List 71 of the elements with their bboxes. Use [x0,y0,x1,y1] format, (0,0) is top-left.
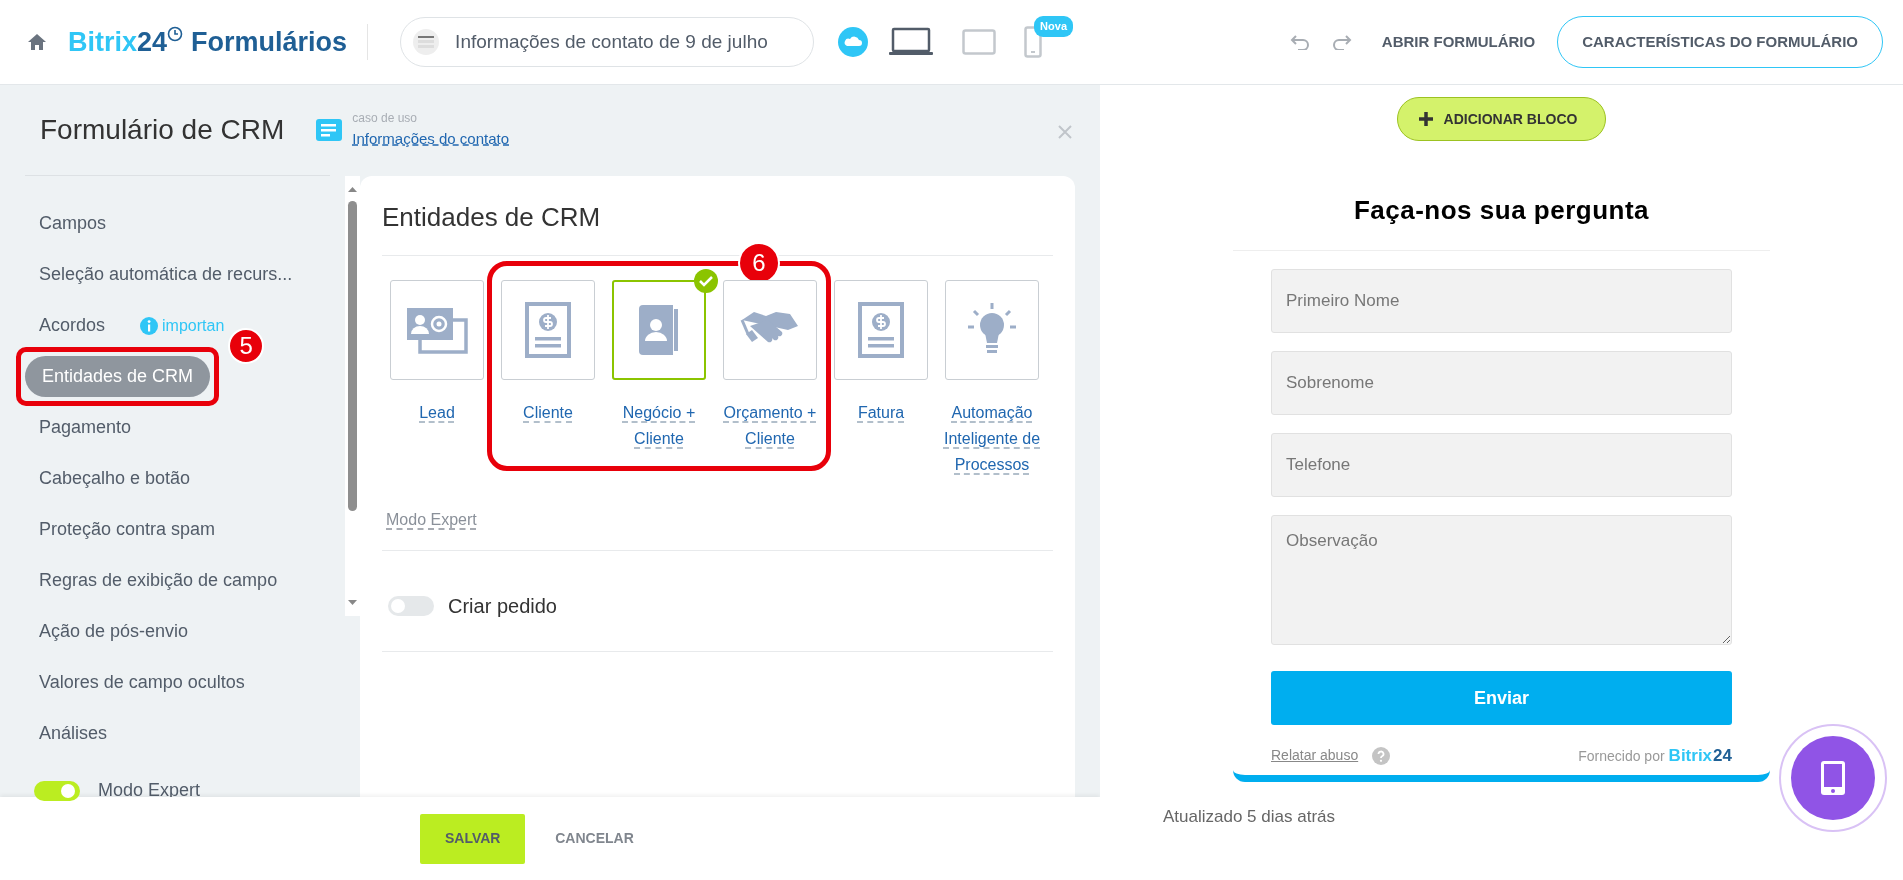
entity-link[interactable]: Negócio + Cliente [609,400,709,452]
entity-tile[interactable] [723,280,817,380]
callout-number: 5 [228,328,265,364]
toggle-label: Modo Expert [98,779,201,802]
scrollbar[interactable] [345,176,360,616]
panel-title: Formulário de CRM [40,113,285,147]
undo-icon[interactable] [1289,34,1310,50]
sidebar-item[interactable]: Regras de exibição de campo [22,560,295,601]
invoice-icon [858,302,904,358]
document-icon [316,119,343,141]
entity-link[interactable]: Fatura [831,400,931,426]
open-form-link[interactable]: ABRIR FORMULÁRIO [1381,30,1536,54]
form-heading: Faça-nos sua pergunta [1233,157,1770,251]
form-title-field[interactable]: Informações de contato de 9 de julho [400,17,815,67]
expert-mode-link[interactable]: Modo Expert [386,508,477,532]
close-icon[interactable] [1058,125,1072,140]
contact-card-icon [406,306,468,354]
entity-link[interactable]: Automação Inteligente de Processos [942,400,1042,478]
brand-number: 24 [1713,745,1732,767]
toggle-switch[interactable] [34,780,80,801]
invoice-icon [525,302,571,358]
sidebar-item[interactable]: Análises [22,713,125,754]
cancel-button[interactable]: CANCELAR [549,827,640,850]
toggle-switch[interactable] [388,596,434,616]
clock-icon [167,26,184,42]
entity-link[interactable]: Orçamento + Cliente [720,400,820,452]
sidebar-item[interactable]: Valores de campo ocultos [22,662,262,703]
thumbnail-icon [413,29,440,55]
home-icon[interactable] [28,34,46,50]
powered-by-text: Fornecido por [1578,747,1665,766]
sidebar-item[interactable]: Seleção automática de recurs... [22,254,310,295]
use-case-caption: caso de uso [352,110,418,127]
cloud-icon[interactable] [838,27,869,57]
entity-tile[interactable] [501,280,595,380]
form-settings-button[interactable]: CARACTERÍSTICAS DO FORMULÁRIO [1557,16,1883,68]
input-field[interactable]: Observação [1271,515,1732,645]
logo-number: 24 [137,25,168,59]
logo-text: Bitrix [68,25,138,59]
report-abuse-link[interactable]: Relatar abuso [1271,745,1359,767]
help-icon[interactable] [1372,746,1391,765]
redo-icon[interactable] [1331,34,1352,50]
product-name: Formulários [191,25,348,59]
info-icon [140,316,159,335]
plus-icon [1417,111,1434,127]
sidebar-item[interactable]: Proteção contra spam [22,509,233,550]
entity-link[interactable]: Lead [387,400,487,426]
save-button[interactable]: SALVAR [420,813,526,864]
sidebar-item[interactable]: Campos [22,203,124,244]
add-block-button[interactable]: ADICIONAR BLOCO [1396,97,1607,141]
entity-link[interactable]: Cliente [498,400,598,426]
address-book-icon [637,305,681,355]
sidebar-item[interactable]: Pagamento [22,407,149,448]
updated-text: Atualizado 5 dias atrás [1163,805,1335,828]
new-badge: Nova [1034,16,1073,37]
input-field[interactable]: Primeiro Nome [1271,269,1732,333]
brand-text: Bitrix [1668,745,1713,767]
input-field[interactable]: Telefone [1271,433,1732,497]
entity-tile[interactable] [945,280,1039,380]
tablet-icon[interactable] [962,29,997,55]
entity-tile[interactable] [390,280,484,380]
phone-icon [1820,760,1846,796]
input-field[interactable]: Sobrenome [1271,351,1732,415]
check-icon [694,269,718,293]
entity-tile[interactable] [612,280,706,380]
use-case-link[interactable]: Informações do contato [352,130,510,147]
sidebar-item[interactable]: Acordos [22,305,123,346]
sidebar-item[interactable]: Ação de pós-envio [22,611,206,652]
laptop-icon[interactable] [888,27,935,57]
toggle-label: Criar pedido [448,594,557,619]
sidebar-item[interactable]: Cabeçalho e botão [22,458,208,499]
entity-tile[interactable] [834,280,928,380]
